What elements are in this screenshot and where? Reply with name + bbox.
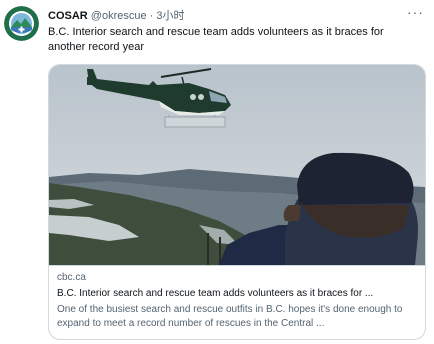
card-image[interactable] <box>49 65 425 265</box>
card-title[interactable]: B.C. Interior search and rescue team add… <box>57 287 419 301</box>
link-card[interactable]: cbc.ca B.C. Interior search and rescue t… <box>48 64 426 340</box>
tweet[interactable]: COSAR @okrescue · 3小时 ··· B.C. Interior … <box>0 0 434 344</box>
more-options-icon[interactable]: ··· <box>407 4 424 20</box>
card-description: One of the busiest search and rescue out… <box>57 304 403 329</box>
tweet-text: B.C. Interior search and rescue team add… <box>48 26 384 53</box>
cosar-logo-icon <box>4 6 39 41</box>
author-handle[interactable]: @okrescue <box>91 10 147 22</box>
author-name[interactable]: COSAR <box>48 10 88 22</box>
timestamp[interactable]: 3小时 <box>156 10 184 22</box>
card-domain: cbc.ca <box>57 272 86 283</box>
separator: · <box>149 10 154 22</box>
helicopter-photo <box>49 65 425 265</box>
avatar[interactable] <box>4 6 39 41</box>
tweet-header: COSAR @okrescue · 3小时 <box>48 9 185 23</box>
card-info[interactable]: cbc.ca B.C. Interior search and rescue t… <box>49 265 425 339</box>
